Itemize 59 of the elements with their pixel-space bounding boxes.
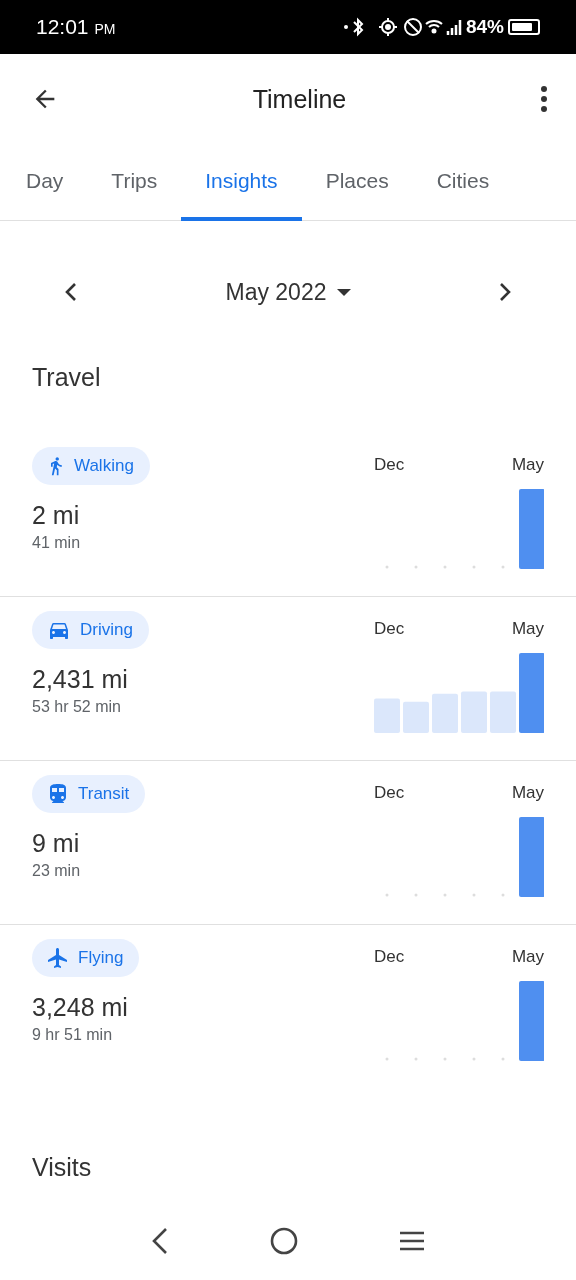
distance-value: 2 mi [32,501,80,530]
travel-mode-chip[interactable]: Transit [32,775,146,813]
empty-month-dot [414,893,418,897]
travel-mode-chip[interactable]: Walking [32,447,150,485]
duration-value: 23 min [32,862,81,880]
empty-month-dot [472,1057,476,1061]
previous-month-icon[interactable] [64,281,78,303]
chart-end-label: May [511,783,544,803]
chart-end-label: May [511,619,544,639]
tab[interactable]: Cities [412,144,514,221]
tab[interactable]: Insights [181,144,302,221]
clock: 12:01 PM [36,15,116,39]
empty-month-dot [443,893,447,897]
travel-mode-chip[interactable]: Flying [32,939,140,977]
chart-bar [490,691,516,733]
chart-end-label: May [511,455,544,475]
duration-value: 53 hr 52 min [32,698,121,716]
battery-icon [508,19,540,35]
duration-value: 9 hr 51 min [32,1026,113,1044]
empty-month-dot [385,1057,389,1061]
section-heading: Travel [31,363,102,393]
travel-mode-chip[interactable]: Driving [32,611,149,649]
chart-bar [403,701,429,733]
month-dropdown[interactable]: May 2022 [225,278,351,306]
empty-month-dot [414,565,418,569]
distance-value: 3,248 mi [32,993,128,1022]
distance-value: 9 mi [32,829,80,858]
screen-title: Timeline [252,84,347,114]
empty-month-dot [472,565,476,569]
tab[interactable]: Trips [87,144,182,221]
chart-start-label: Dec [374,455,405,475]
chart-start-label: Dec [374,783,405,803]
empty-month-dot [501,893,505,897]
empty-month-dot [472,893,476,897]
empty-month-dot [501,1057,505,1061]
empty-month-dot [443,1057,447,1061]
chart-bar [461,691,487,733]
tab[interactable]: Day [2,144,88,221]
back-nav-icon[interactable] [150,1226,169,1256]
chart-start-label: Dec [374,619,405,639]
home-nav-icon[interactable] [270,1227,298,1255]
chart-bar [432,693,458,733]
next-month-icon[interactable] [498,281,512,303]
airplane-icon [46,946,70,970]
menu-icon[interactable] [399,1230,426,1252]
empty-month-dot [443,565,447,569]
empty-month-dot [414,1057,418,1061]
tab[interactable]: Places [301,144,413,221]
chart-bar [374,698,400,733]
chart-start-label: Dec [374,947,405,967]
empty-month-dot [385,565,389,569]
section-heading: Visits [31,1153,93,1183]
battery-percent: 84% [465,16,504,38]
distance-value: 2,431 mi [32,665,128,694]
more-options-icon[interactable] [540,85,548,113]
duration-value: 41 min [32,534,81,552]
empty-month-dot [501,565,505,569]
chart-end-label: May [511,947,544,967]
empty-month-dot [385,893,389,897]
